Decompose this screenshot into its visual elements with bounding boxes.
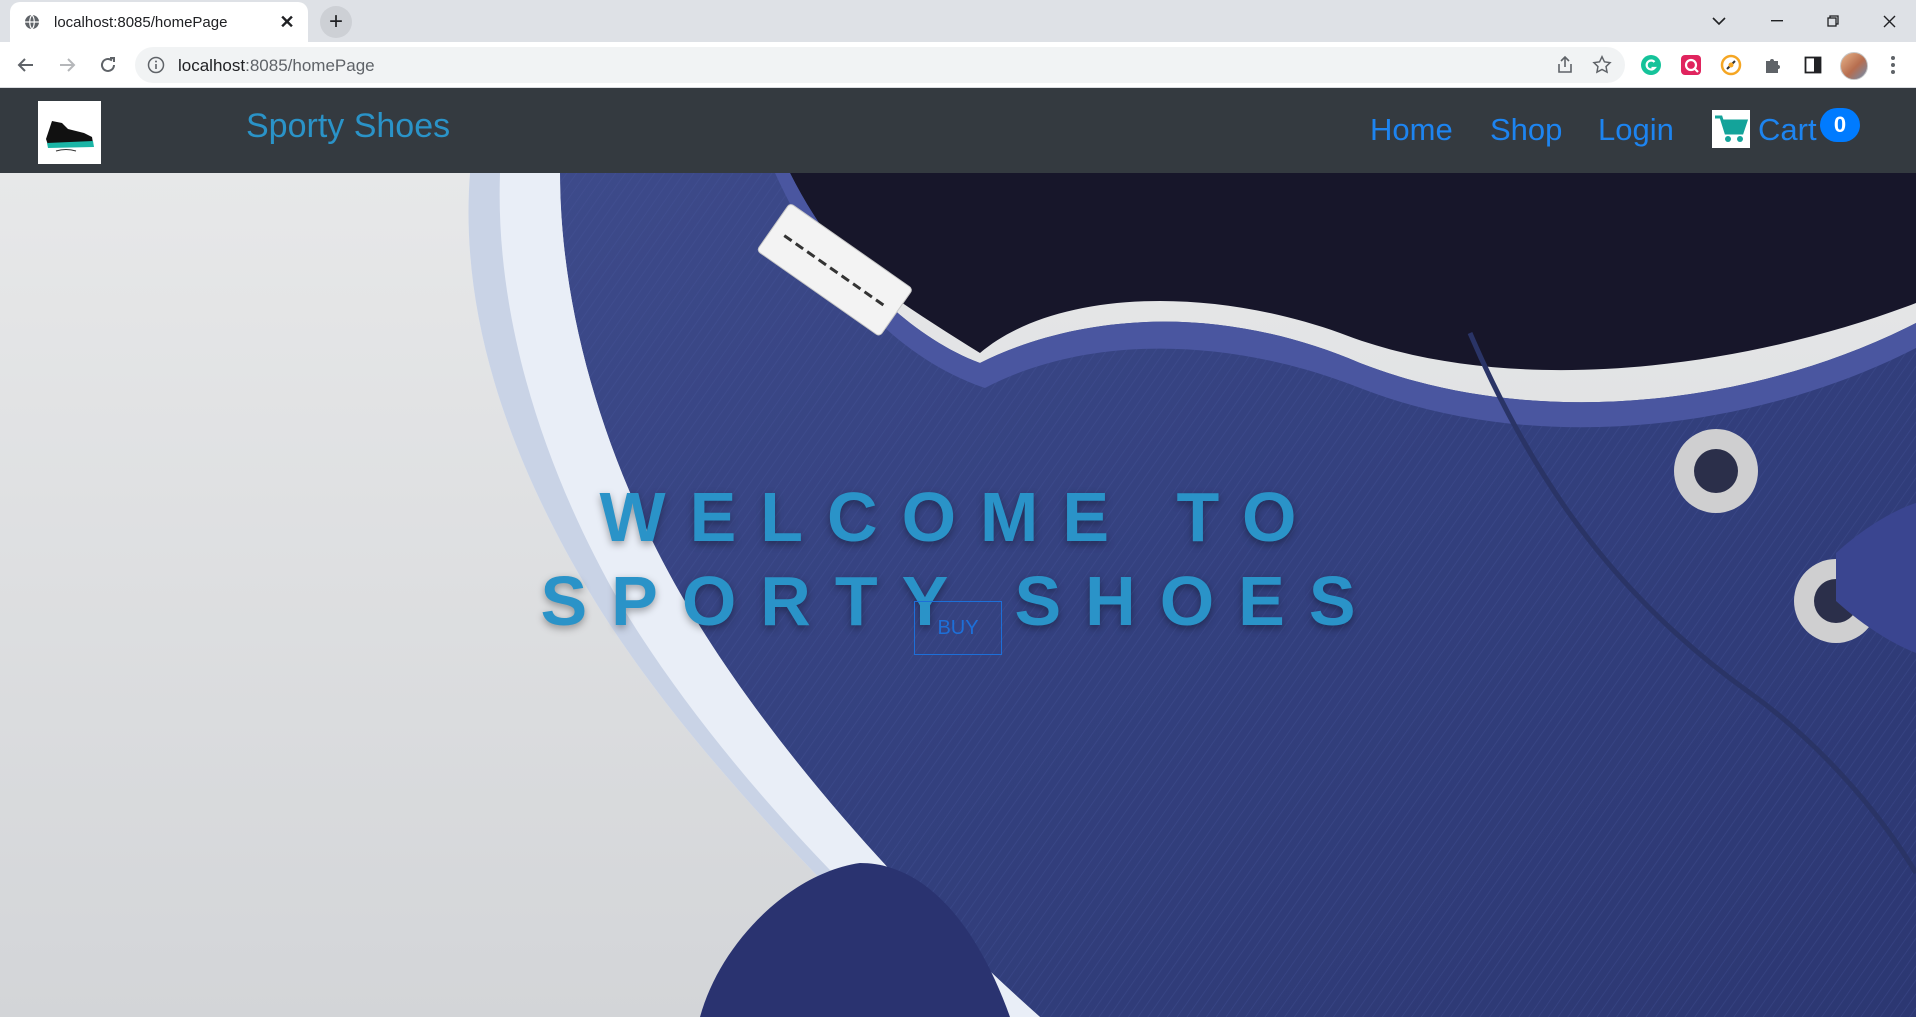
restore-icon (1827, 15, 1839, 27)
reload-icon (101, 57, 115, 72)
nav-link-login[interactable]: Login (1598, 112, 1674, 148)
orange-extension-icon[interactable] (1720, 54, 1742, 76)
arrow-left-icon (17, 58, 33, 72)
address-bar[interactable]: localhost:8085/homePage (135, 47, 1625, 83)
cart-count-badge: 0 (1820, 108, 1860, 142)
url-text: localhost:8085/homePage (178, 56, 375, 76)
hero-section: Welcome to Sporty Shoes BUY (0, 173, 1916, 1017)
star-icon[interactable] (1591, 54, 1613, 76)
brand-name[interactable]: Sporty Shoes (246, 107, 450, 146)
url-host: localhost (178, 56, 246, 75)
plus-icon: + (328, 8, 343, 35)
shoe-logo-icon (46, 121, 94, 152)
close-icon[interactable]: ✕ (276, 11, 298, 33)
reload-button[interactable] (92, 49, 124, 81)
red-extension-icon[interactable] (1680, 54, 1702, 76)
cart-icon (1712, 110, 1750, 148)
cart-label: Cart (1758, 112, 1817, 147)
globe-icon (25, 14, 39, 30)
minimize-icon (1771, 20, 1783, 22)
nav-link-home[interactable]: Home (1370, 112, 1453, 148)
browser-tab-strip: localhost:8085/homePage ✕ + (0, 0, 1916, 42)
grammarly-icon[interactable] (1640, 54, 1662, 76)
browser-toolbar: localhost:8085/homePage (0, 42, 1916, 88)
new-tab-button[interactable]: + (320, 6, 352, 38)
arrow-right-icon (60, 58, 76, 72)
info-icon[interactable] (147, 56, 165, 74)
window-close-button[interactable] (1866, 6, 1912, 36)
kebab-menu-icon[interactable] (1882, 54, 1904, 76)
chevron-down-icon (1712, 16, 1726, 25)
avatar[interactable] (1840, 52, 1868, 80)
puzzle-icon[interactable] (1762, 54, 1784, 76)
brand-logo[interactable] (38, 101, 101, 164)
close-icon (1883, 15, 1895, 27)
url-path: :8085/homePage (245, 56, 375, 75)
share-icon[interactable] (1555, 55, 1575, 75)
restore-button[interactable] (1810, 6, 1856, 36)
nav-link-shop[interactable]: Shop (1490, 112, 1562, 148)
back-button[interactable] (10, 49, 42, 81)
cart-link[interactable]: Cart 0 (1712, 106, 1860, 148)
tab-title: localhost:8085/homePage (54, 14, 228, 31)
site-navbar: Sporty Shoes Home Shop Login Cart 0 (0, 88, 1916, 173)
buy-button[interactable]: BUY (914, 601, 1002, 655)
tab-search-button[interactable] (1696, 6, 1742, 36)
minimize-button[interactable] (1754, 6, 1800, 36)
forward-button[interactable] (51, 49, 83, 81)
browser-tab[interactable]: localhost:8085/homePage ✕ (10, 2, 308, 42)
side-panel-icon[interactable] (1802, 54, 1824, 76)
